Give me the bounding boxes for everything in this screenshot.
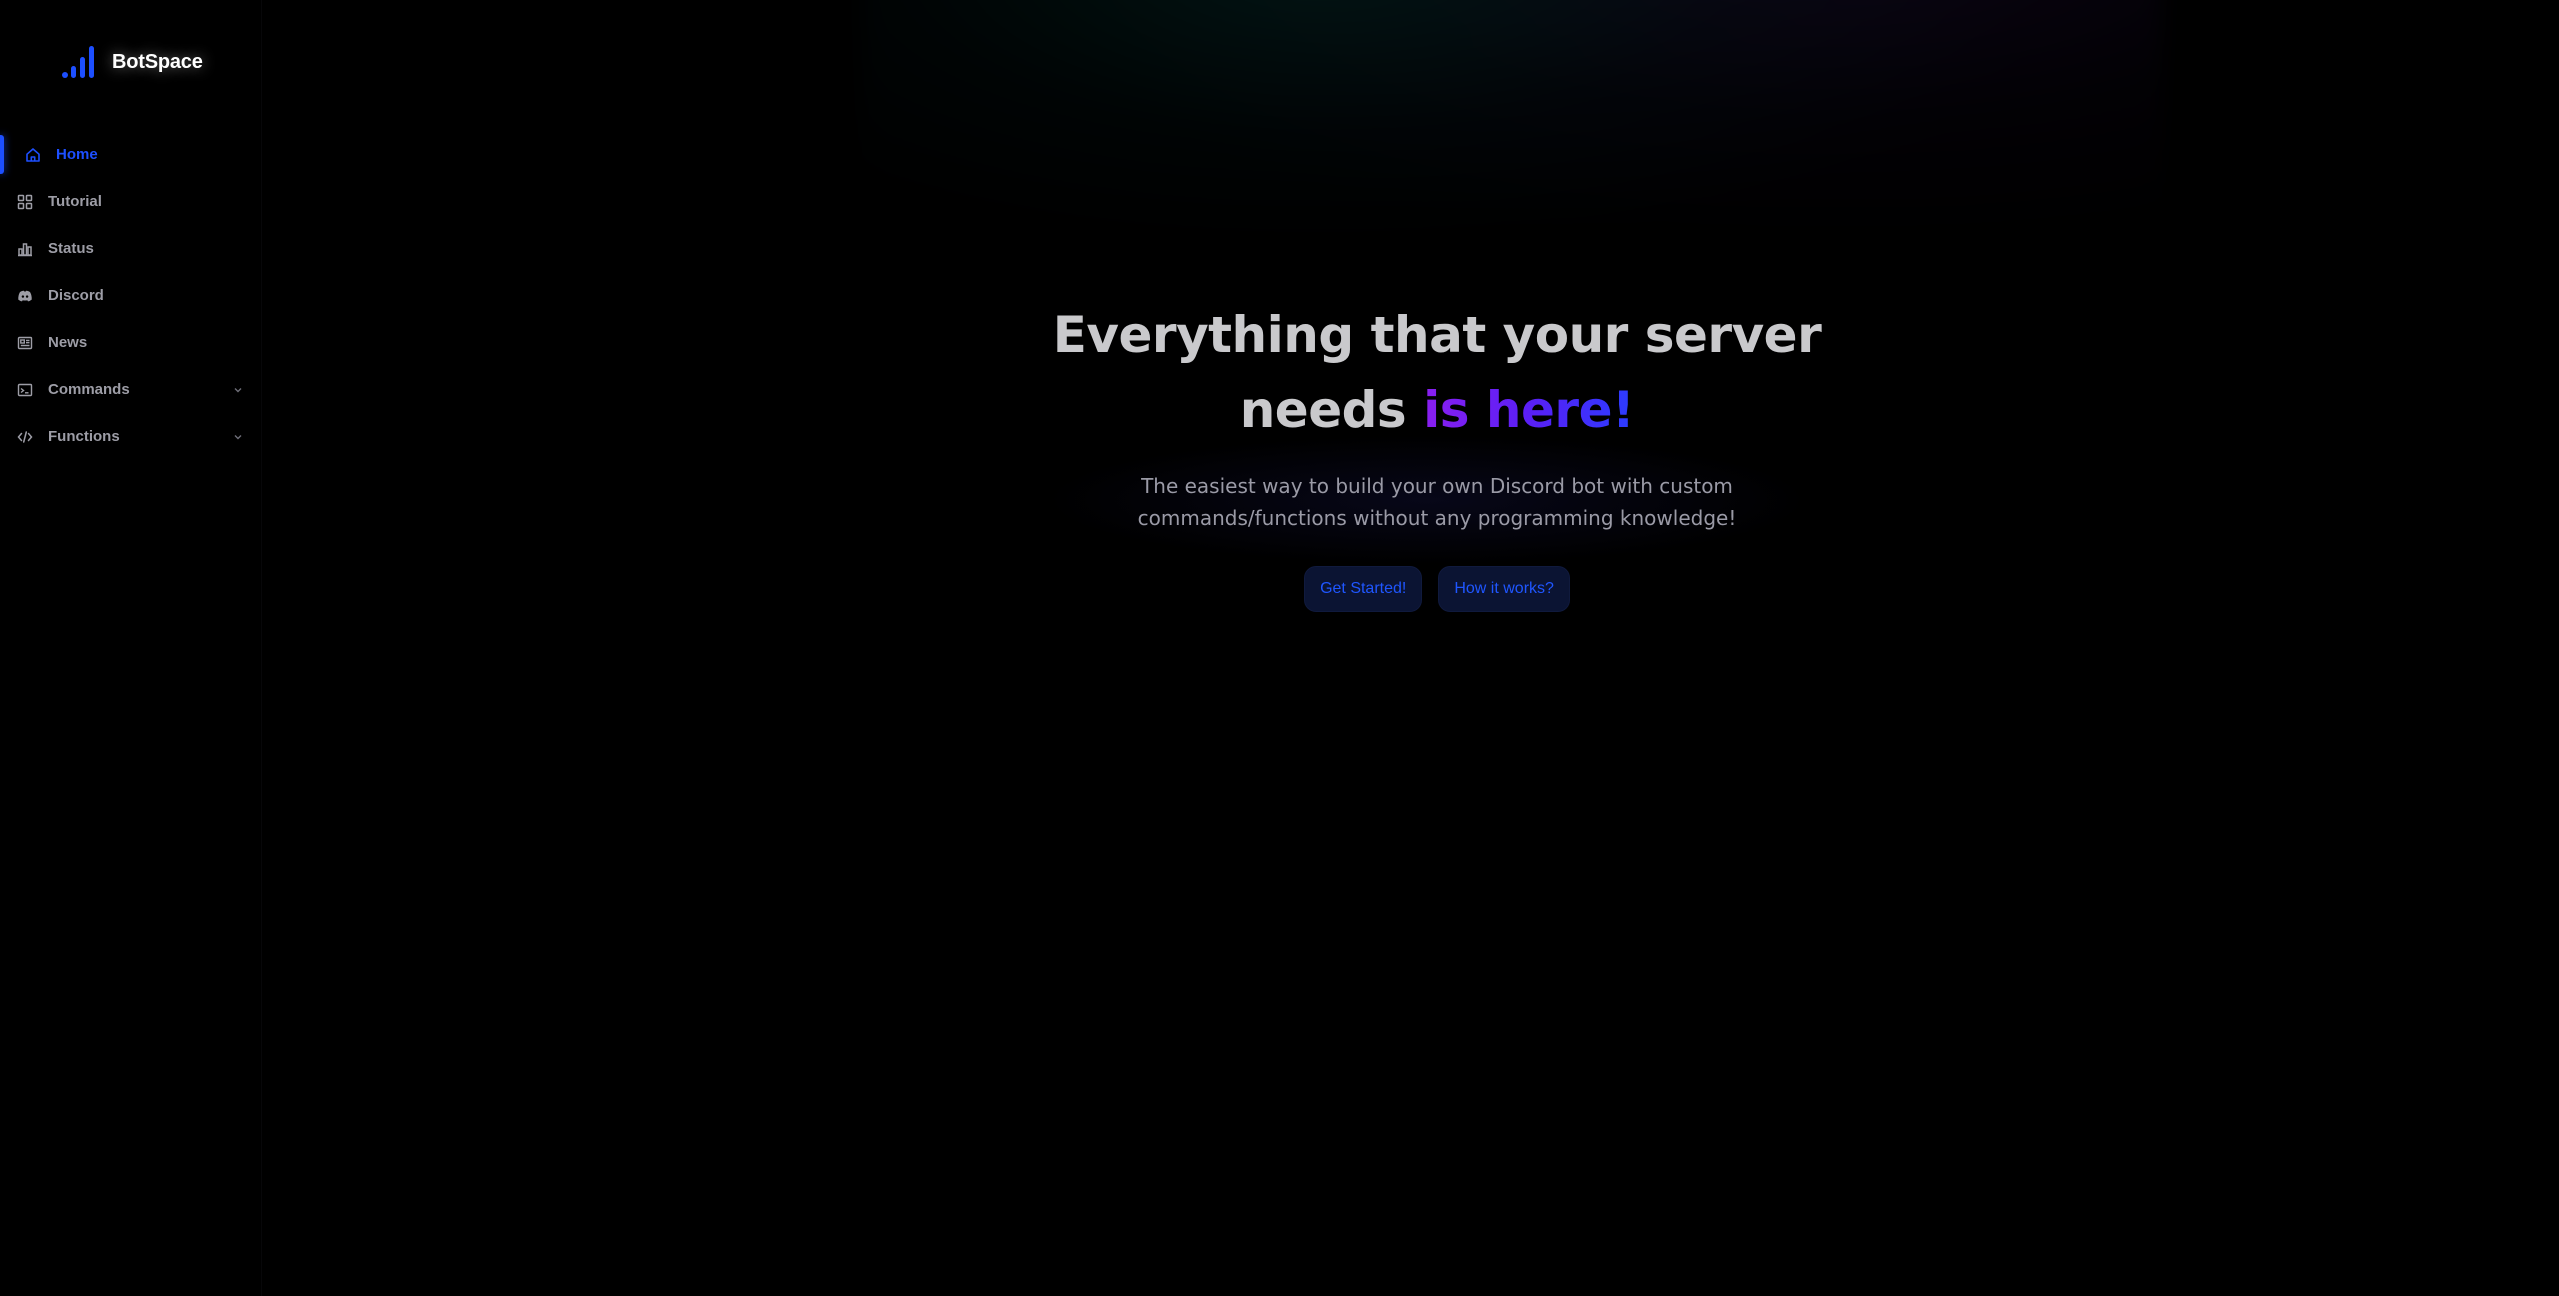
terminal-icon <box>16 381 34 399</box>
sidebar-item-label: Functions <box>48 428 120 445</box>
sidebar-nav: Home Tutorial Status Discord News Comman… <box>0 131 262 460</box>
sidebar-item-label: Discord <box>48 287 104 304</box>
home-icon <box>24 146 42 164</box>
newspaper-icon <box>16 334 34 352</box>
sidebar-item-label: Commands <box>48 381 130 398</box>
how-it-works-button[interactable]: How it works? <box>1438 566 1570 612</box>
sidebar-item-label: Status <box>48 240 94 257</box>
discord-icon <box>16 287 34 305</box>
code-icon <box>16 428 34 446</box>
sidebar-item-discord[interactable]: Discord <box>0 272 262 319</box>
sidebar-item-home[interactable]: Home <box>0 131 262 178</box>
sidebar-item-label: Tutorial <box>48 193 102 210</box>
background-glow <box>862 0 2162 300</box>
sidebar-item-label: Home <box>56 146 98 163</box>
brand-name: BotSpace <box>112 50 203 73</box>
sidebar-item-tutorial[interactable]: Tutorial <box>0 178 262 225</box>
sidebar: BotSpace Home Tutorial Status Discord Ne… <box>0 0 262 1296</box>
hero-subtitle: The easiest way to build your own Discor… <box>1137 474 1737 530</box>
chevron-down-icon[interactable] <box>232 384 244 396</box>
hero-title: Everything that your server needs is her… <box>997 298 1877 448</box>
signal-bars-icon <box>62 46 94 78</box>
main-content: Everything that your server needs is her… <box>262 0 2559 1296</box>
grid-icon <box>16 193 34 211</box>
hero: Everything that your server needs is her… <box>997 298 1877 612</box>
bar-chart-icon <box>16 240 34 258</box>
chevron-down-icon[interactable] <box>232 431 244 443</box>
sidebar-item-label: News <box>48 334 88 351</box>
sidebar-item-commands[interactable]: Commands <box>0 366 262 413</box>
get-started-button[interactable]: Get Started! <box>1304 566 1423 612</box>
hero-title-accent: is here! <box>1423 381 1635 439</box>
sidebar-item-status[interactable]: Status <box>0 225 262 272</box>
sidebar-item-news[interactable]: News <box>0 319 262 366</box>
hero-buttons: Get Started! How it works? <box>997 566 1877 612</box>
brand[interactable]: BotSpace <box>60 42 203 82</box>
sidebar-item-functions[interactable]: Functions <box>0 413 262 460</box>
